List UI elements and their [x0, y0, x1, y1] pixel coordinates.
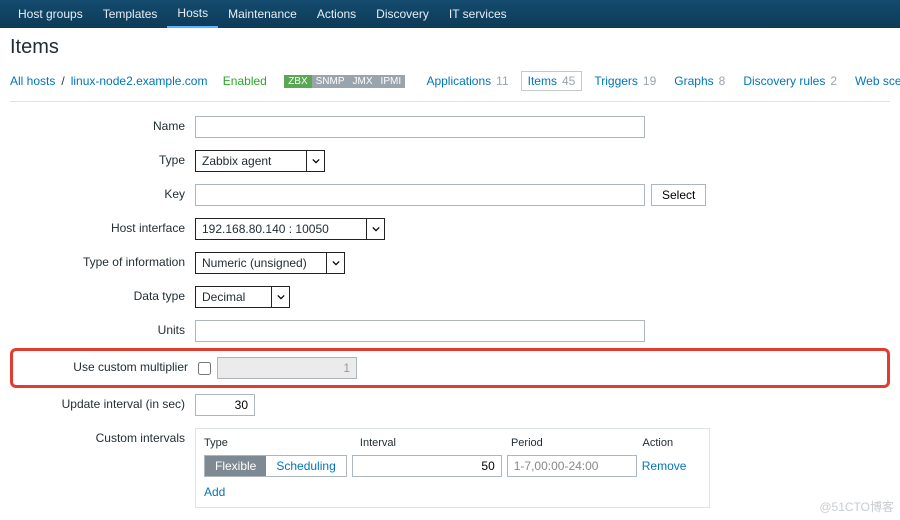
period-input[interactable] — [507, 455, 637, 477]
tab-graphs[interactable]: Graphs8 — [668, 72, 731, 90]
hdr-action: Action — [643, 437, 701, 449]
tab-triggers[interactable]: Triggers19 — [588, 72, 662, 90]
badge-jmx: JMX — [349, 75, 377, 88]
select-button[interactable]: Select — [651, 184, 706, 206]
chevron-down-icon — [271, 287, 289, 307]
hostif-select[interactable]: 192.168.80.140 : 10050 — [195, 218, 385, 240]
hdr-period: Period — [511, 437, 643, 449]
label-custmult: Use custom multiplier — [13, 357, 198, 374]
seg-scheduling[interactable]: Scheduling — [266, 456, 345, 476]
intervals-box: Type Interval Period Action Flexible Sch… — [195, 428, 710, 508]
nav-hostgroups[interactable]: Host groups — [8, 0, 93, 28]
seg-flexible[interactable]: Flexible — [205, 456, 266, 476]
chevron-down-icon — [326, 253, 344, 273]
tab-items[interactable]: Items45 — [521, 71, 583, 91]
key-input[interactable] — [195, 184, 645, 206]
nav-maintenance[interactable]: Maintenance — [218, 0, 307, 28]
tab-applications[interactable]: Applications11 — [420, 72, 514, 90]
label-hostif: Host interface — [10, 218, 195, 235]
nav-hosts[interactable]: Hosts — [167, 0, 218, 28]
badges: ZBX SNMP JMX IPMI — [284, 75, 405, 88]
add-link[interactable]: Add — [204, 485, 225, 499]
breadcrumb-allhosts[interactable]: All hosts — [10, 74, 55, 88]
label-typeinfo: Type of information — [10, 252, 195, 269]
interval-input[interactable] — [352, 455, 502, 477]
form-area: Name Type Zabbix agent Key Select Host i… — [10, 101, 890, 508]
interval-row: Flexible Scheduling Remove — [204, 455, 701, 477]
breadcrumb-enabled: Enabled — [223, 74, 267, 88]
breadcrumb-sep: / — [61, 74, 64, 88]
nav-itservices[interactable]: IT services — [439, 0, 517, 28]
interval-type-segment: Flexible Scheduling — [204, 455, 347, 477]
label-key: Key — [10, 184, 195, 201]
label-updint: Update interval (in sec) — [10, 394, 195, 411]
label-units: Units — [10, 320, 195, 337]
nav-templates[interactable]: Templates — [93, 0, 168, 28]
datatype-select[interactable]: Decimal — [195, 286, 290, 308]
breadcrumb-host[interactable]: linux-node2.example.com — [71, 74, 208, 88]
hdr-interval: Interval — [360, 437, 511, 449]
highlight-custom-multiplier: Use custom multiplier — [10, 348, 890, 388]
chevron-down-icon — [366, 219, 384, 239]
remove-link[interactable]: Remove — [642, 459, 687, 473]
label-name: Name — [10, 116, 195, 133]
chevron-down-icon — [306, 151, 324, 171]
label-custint: Custom intervals — [10, 428, 195, 445]
name-input[interactable] — [195, 116, 645, 138]
nav-discovery[interactable]: Discovery — [366, 0, 439, 28]
badge-ipmi: IPMI — [377, 75, 406, 88]
custmult-checkbox[interactable] — [198, 362, 211, 375]
tab-webscenarios[interactable]: Web sce — [849, 72, 900, 90]
tab-discoveryrules[interactable]: Discovery rules2 — [737, 72, 843, 90]
page-title: Items — [0, 28, 900, 67]
badge-snmp: SNMP — [312, 75, 349, 88]
custmult-input[interactable] — [217, 357, 357, 379]
watermark: @51CTO博客 — [819, 498, 894, 515]
type-select[interactable]: Zabbix agent — [195, 150, 325, 172]
label-type: Type — [10, 150, 195, 167]
nav-actions[interactable]: Actions — [307, 0, 366, 28]
label-datatype: Data type — [10, 286, 195, 303]
typeinfo-select[interactable]: Numeric (unsigned) — [195, 252, 345, 274]
hdr-type: Type — [204, 437, 360, 449]
top-nav: Host groups Templates Hosts Maintenance … — [0, 0, 900, 28]
updint-input[interactable] — [195, 394, 255, 416]
badge-zbx: ZBX — [284, 75, 311, 88]
breadcrumb: All hosts / linux-node2.example.com Enab… — [0, 67, 900, 101]
units-input[interactable] — [195, 320, 645, 342]
